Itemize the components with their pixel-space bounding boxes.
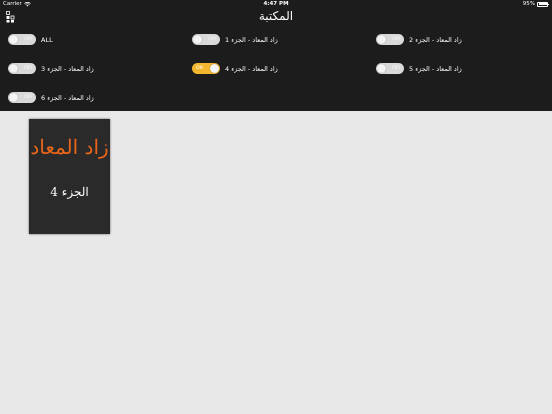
toggle-state: OFF: [392, 65, 401, 71]
toggle-state: ON: [196, 65, 203, 71]
filter-part-2: OFF زاد المعاد - الجزء 2: [376, 34, 462, 45]
toggle-knob: [9, 35, 18, 44]
toggle-knob: [377, 64, 386, 73]
toggle-part-5[interactable]: OFF: [376, 63, 404, 74]
filter-part-6: OFF زاد المعاد - الجزء 6: [8, 92, 94, 103]
filter-all: OFF ALL: [8, 34, 53, 45]
filter-label: زاد المعاد - الجزء 4: [225, 64, 278, 73]
toggle-state: OFF: [208, 36, 217, 42]
toggle-knob: [377, 35, 386, 44]
toggle-part-4[interactable]: ON: [192, 63, 220, 74]
toggle-knob: [9, 64, 18, 73]
status-bar: Carrier 4:47 PM 95%: [0, 0, 552, 9]
library-menu-icon[interactable]: [6, 11, 16, 23]
toggle-part-6[interactable]: OFF: [8, 92, 36, 103]
filter-label: زاد المعاد - الجزء 2: [409, 35, 462, 44]
page-title: المكتبة: [258, 9, 294, 23]
filter-part-3: OFF زاد المعاد - الجزء 3: [8, 63, 94, 74]
header: Carrier 4:47 PM 95% المكتبة OFF ALL OFF …: [0, 0, 552, 111]
toggle-state: OFF: [24, 65, 33, 71]
toggle-state: OFF: [24, 94, 33, 100]
toggle-state: OFF: [24, 36, 33, 42]
toggle-knob: [193, 35, 202, 44]
filter-part-1: OFF زاد المعاد - الجزء 1: [192, 34, 278, 45]
toggle-part-1[interactable]: OFF: [192, 34, 220, 45]
status-battery-group: 95%: [522, 1, 549, 7]
filter-part-4: ON زاد المعاد - الجزء 4: [192, 63, 278, 74]
filter-label: زاد المعاد - الجزء 1: [225, 35, 278, 44]
toggle-part-3[interactable]: OFF: [8, 63, 36, 74]
battery-percent: 95%: [522, 1, 535, 7]
toggle-state: OFF: [392, 36, 401, 42]
filter-part-5: OFF زاد المعاد - الجزء 5: [376, 63, 462, 74]
toggle-part-2[interactable]: OFF: [376, 34, 404, 45]
battery-icon: [537, 1, 549, 7]
book-title: زاد المعاد: [30, 135, 109, 159]
filter-label: ALL: [41, 35, 53, 44]
toggle-all[interactable]: OFF: [8, 34, 36, 45]
filter-label: زاد المعاد - الجزء 6: [41, 93, 94, 102]
filter-label: زاد المعاد - الجزء 3: [41, 64, 94, 73]
toggle-knob: [210, 64, 219, 73]
book-cover[interactable]: زاد المعاد الجزء 4: [29, 119, 110, 234]
toggle-knob: [9, 93, 18, 102]
status-time: 4:47 PM: [263, 1, 289, 7]
book-part: الجزء 4: [50, 185, 89, 199]
filter-label: زاد المعاد - الجزء 5: [409, 64, 462, 73]
